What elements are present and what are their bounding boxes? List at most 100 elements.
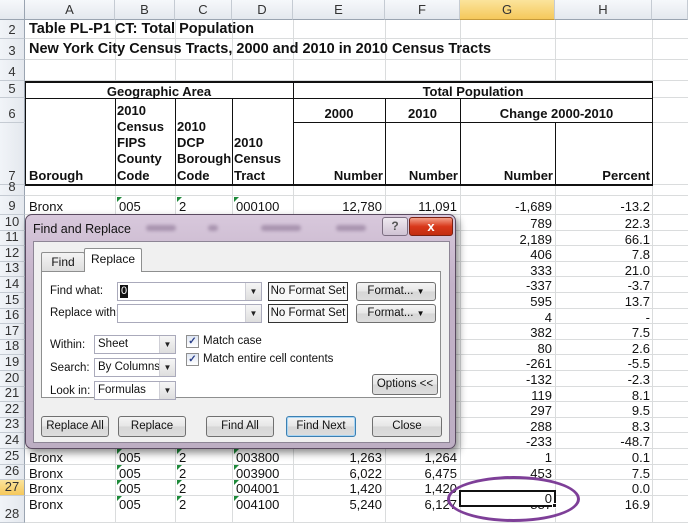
row-header-23[interactable]: 23: [0, 416, 25, 433]
options-button[interactable]: Options <<: [372, 374, 438, 395]
cell-change[interactable]: 288: [460, 419, 552, 434]
cell-tract[interactable]: 003800: [236, 450, 279, 465]
replace-with-input[interactable]: ▼: [117, 304, 262, 323]
cell-percent[interactable]: -: [555, 310, 650, 325]
cell-dcp[interactable]: 2: [179, 481, 186, 496]
cell-fips[interactable]: 005: [119, 481, 141, 496]
column-header-i[interactable]: [652, 0, 688, 20]
chevron-down-icon[interactable]: ▼: [245, 305, 261, 322]
column-header-c[interactable]: C: [175, 0, 232, 20]
find-what-input[interactable]: 0 ▼: [117, 282, 262, 301]
cell-percent[interactable]: 0.1: [555, 450, 650, 465]
column-header-e[interactable]: E: [293, 0, 385, 20]
cell-pop2010[interactable]: 1,264: [385, 450, 457, 465]
cell-borough[interactable]: Bronx: [29, 481, 63, 496]
chevron-down-icon[interactable]: ▼: [245, 283, 261, 300]
match-case-checkbox[interactable]: ✓: [186, 335, 199, 348]
cell-percent[interactable]: 13.7: [555, 294, 650, 309]
cell-dcp[interactable]: 2: [179, 199, 186, 214]
cell-change[interactable]: 382: [460, 325, 552, 340]
chevron-down-icon[interactable]: ▼: [159, 336, 175, 353]
cell-borough[interactable]: Bronx: [29, 199, 63, 214]
cell-pop2010[interactable]: 11,091: [385, 199, 457, 214]
cell-pop2010[interactable]: 1,420: [385, 481, 457, 496]
column-header-a[interactable]: A: [25, 0, 115, 20]
cell-tract[interactable]: 003900: [236, 466, 279, 481]
cell-change[interactable]: -337: [460, 278, 552, 293]
replace-all-button[interactable]: Replace All: [41, 416, 109, 437]
row-header-28[interactable]: 28: [0, 496, 25, 523]
row-header-16[interactable]: 16: [0, 307, 25, 324]
cell-tract[interactable]: 004100: [236, 497, 279, 512]
cell-fips[interactable]: 005: [119, 466, 141, 481]
cell-percent[interactable]: 8.1: [555, 388, 650, 403]
close-button[interactable]: Close: [372, 416, 442, 437]
cell-change[interactable]: -233: [460, 434, 552, 449]
cell-tract[interactable]: 004001: [236, 481, 279, 496]
row-header-11[interactable]: 11: [0, 229, 25, 246]
help-button[interactable]: ?: [382, 217, 408, 236]
cell-change[interactable]: 297: [460, 403, 552, 418]
row-header-7[interactable]: 7: [0, 123, 25, 185]
row-header-26[interactable]: 26: [0, 463, 25, 480]
row-header-5[interactable]: 5: [0, 81, 25, 98]
cell-percent[interactable]: 8.3: [555, 419, 650, 434]
tab-find[interactable]: Find: [41, 252, 85, 271]
find-all-button[interactable]: Find All: [206, 416, 274, 437]
column-header-f[interactable]: F: [385, 0, 460, 20]
cell-pop2000[interactable]: 1,420: [293, 481, 382, 496]
cell-percent[interactable]: -5.5: [555, 356, 650, 371]
cell-percent[interactable]: -48.7: [555, 434, 650, 449]
column-header-g[interactable]: G: [460, 0, 555, 20]
row-header-6[interactable]: 6: [0, 98, 25, 123]
cell-pop2010[interactable]: 6,475: [385, 466, 457, 481]
cell-borough[interactable]: Bronx: [29, 466, 63, 481]
row-header-13[interactable]: 13: [0, 260, 25, 277]
chevron-down-icon[interactable]: ▼: [159, 359, 175, 376]
column-header-b[interactable]: B: [115, 0, 175, 20]
cell-change[interactable]: 333: [460, 263, 552, 278]
cell-percent[interactable]: 7.5: [555, 466, 650, 481]
cell-change[interactable]: 406: [460, 247, 552, 262]
row-header-2[interactable]: 2: [0, 20, 25, 39]
cell-change[interactable]: -132: [460, 372, 552, 387]
search-select[interactable]: By Columns ▼: [94, 358, 176, 377]
cell-percent[interactable]: 2.6: [555, 341, 650, 356]
select-all-corner[interactable]: [0, 0, 25, 20]
find-next-button[interactable]: Find Next: [286, 416, 356, 437]
cell-dcp[interactable]: 2: [179, 466, 186, 481]
match-entire-checkbox[interactable]: ✓: [186, 353, 199, 366]
cell-pop2000[interactable]: 1,263: [293, 450, 382, 465]
cell-percent[interactable]: -2.3: [555, 372, 650, 387]
row-header-4[interactable]: 4: [0, 60, 25, 81]
cell-change[interactable]: 4: [460, 310, 552, 325]
tab-replace[interactable]: Replace: [84, 248, 142, 272]
cell-percent[interactable]: 22.3: [555, 216, 650, 231]
column-header-h[interactable]: H: [555, 0, 652, 20]
cell-change[interactable]: -1,689: [460, 199, 552, 214]
replace-button[interactable]: Replace: [118, 416, 186, 437]
cell-borough[interactable]: Bronx: [29, 497, 63, 512]
cell-change[interactable]: 2,189: [460, 232, 552, 247]
cell-dcp[interactable]: 2: [179, 450, 186, 465]
row-header-24[interactable]: 24: [0, 432, 25, 449]
cell-percent[interactable]: 66.1: [555, 232, 650, 247]
row-header-9[interactable]: 9: [0, 196, 25, 215]
cell-dcp[interactable]: 2: [179, 497, 186, 512]
cell-percent[interactable]: 7.8: [555, 247, 650, 262]
row-header-14[interactable]: 14: [0, 276, 25, 293]
cell-percent[interactable]: 9.5: [555, 403, 650, 418]
cell-change[interactable]: 789: [460, 216, 552, 231]
find-format-button[interactable]: Format... ▼: [356, 282, 436, 301]
row-header-19[interactable]: 19: [0, 354, 25, 371]
cell-percent[interactable]: 21.0: [555, 263, 650, 278]
cell-pop2000[interactable]: 5,240: [293, 497, 382, 512]
row-header-3[interactable]: 3: [0, 39, 25, 60]
cell-percent[interactable]: -3.7: [555, 278, 650, 293]
cell-change[interactable]: 119: [460, 388, 552, 403]
look-in-select[interactable]: Formulas ▼: [94, 381, 176, 400]
cell-percent[interactable]: 7.5: [555, 325, 650, 340]
within-select[interactable]: Sheet ▼: [94, 335, 176, 354]
cell-change[interactable]: -261: [460, 356, 552, 371]
cell-pop2000[interactable]: 6,022: [293, 466, 382, 481]
